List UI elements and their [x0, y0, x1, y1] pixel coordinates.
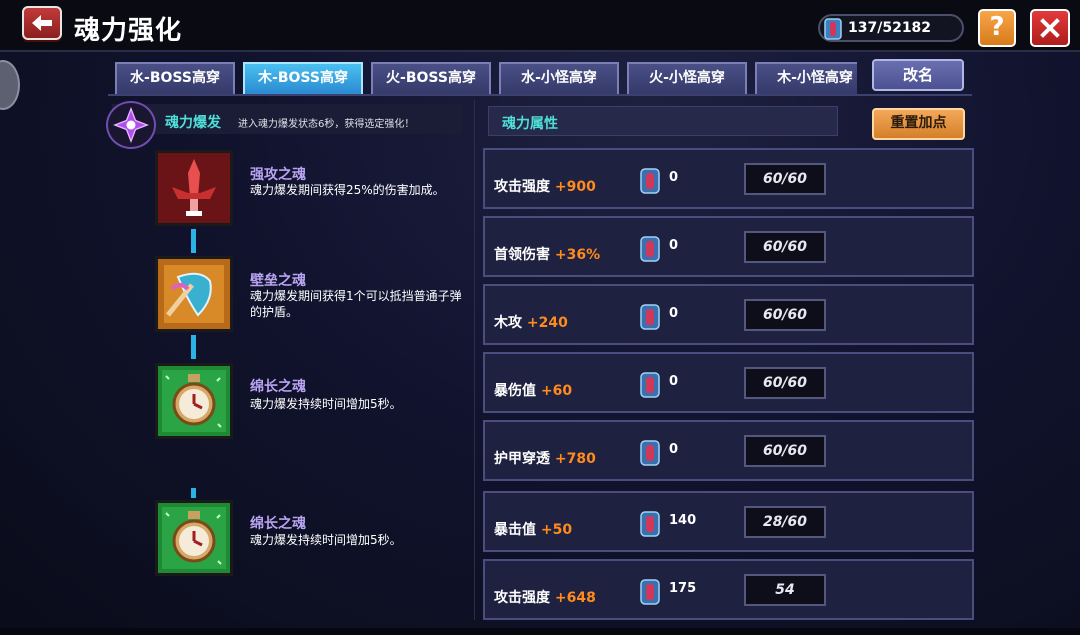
soul-gem-icon	[640, 236, 660, 262]
attribute-bonus: +780	[554, 451, 596, 467]
attribute-cost: 0	[669, 374, 679, 389]
clock-icon	[158, 503, 230, 573]
attribute-bonus: +50	[540, 522, 573, 538]
attribute-cost: 140	[669, 513, 697, 528]
attribute-level: 60/60	[744, 299, 826, 331]
attribute-row[interactable]: 攻击强度 +648 175 54	[483, 559, 974, 620]
soul-gem-icon	[640, 168, 660, 194]
attribute-bonus: +900	[554, 179, 596, 195]
attribute-cost: 0	[669, 442, 679, 457]
back-button[interactable]	[22, 6, 62, 40]
arrow-left-icon	[32, 15, 52, 31]
tab-wood-minion[interactable]: 木-小怪高穿	[755, 62, 857, 94]
clock-icon	[158, 366, 230, 436]
soul-gem-icon	[640, 579, 660, 605]
attribute-label: 护甲穿透	[494, 451, 550, 467]
tab-underline	[108, 94, 972, 96]
attribute-cost: 175	[669, 581, 697, 596]
skill-connector	[191, 335, 196, 359]
skill-description: 魂力爆发持续时间增加5秒。	[250, 397, 402, 411]
attribute-label: 攻击强度	[494, 179, 550, 195]
skill-description: 魂力爆发期间获得1个可以抵挡普通子弹的护盾。	[250, 289, 462, 319]
attribute-row[interactable]: 木攻 +240 0 60/60	[483, 284, 974, 345]
attribute-cost: 0	[669, 306, 679, 321]
skill-name: 绵长之魂	[250, 516, 306, 532]
attributes-title: 魂力属性	[502, 116, 558, 132]
attribute-level: 54	[744, 574, 826, 606]
page-title: 魂力强化	[74, 16, 183, 46]
shield-icon	[158, 259, 230, 329]
attribute-cost: 0	[669, 238, 679, 253]
attribute-row[interactable]: 暴伤值 +60 0 60/60	[483, 352, 974, 413]
soul-burst-icon	[106, 101, 156, 149]
tab-wood-boss[interactable]: 木-BOSS高穿	[243, 62, 363, 94]
attribute-name: 攻击强度 +900	[494, 176, 596, 196]
skill-name: 绵长之魂	[250, 379, 306, 395]
attribute-label: 木攻	[494, 315, 522, 331]
skill-slot-1[interactable]	[155, 150, 233, 226]
attribute-level: 60/60	[744, 231, 826, 263]
soul-currency-display: 137/52182	[818, 14, 964, 42]
attribute-bonus: +240	[526, 315, 568, 331]
attribute-name: 攻击强度 +648	[494, 587, 596, 607]
close-button[interactable]	[1030, 9, 1070, 47]
attribute-level: 28/60	[744, 506, 826, 538]
attributes-header: 魂力属性	[488, 106, 838, 136]
attribute-name: 暴伤值 +60	[494, 380, 572, 400]
skill-slot-4[interactable]	[155, 500, 233, 576]
bottom-bar	[0, 628, 1080, 635]
panel-divider	[474, 100, 475, 620]
burst-description: 进入魂力爆发状态6秒，获得选定强化！	[238, 119, 415, 130]
reset-points-button[interactable]: 重置加点	[872, 108, 965, 140]
attribute-name: 护甲穿透 +780	[494, 448, 596, 468]
skill-description: 魂力爆发期间获得25%的伤害加成。	[250, 183, 445, 197]
soul-gem-icon	[640, 440, 660, 466]
tab-water-boss[interactable]: 水-BOSS高穿	[115, 62, 235, 94]
attribute-label: 攻击强度	[494, 590, 550, 606]
attribute-bonus: +36%	[554, 247, 601, 263]
burst-title: 魂力爆发	[165, 115, 221, 131]
attribute-row[interactable]: 护甲穿透 +780 0 60/60	[483, 420, 974, 481]
attribute-name: 首领伤害 +36%	[494, 244, 600, 264]
tab-fire-minion[interactable]: 火-小怪高穿	[627, 62, 747, 94]
sword-icon	[158, 153, 230, 223]
attribute-name: 暴击值 +50	[494, 519, 572, 539]
tab-water-minion[interactable]: 水-小怪高穿	[499, 62, 619, 94]
soul-gem-icon	[824, 18, 842, 40]
skill-connector	[191, 229, 196, 253]
rename-button[interactable]: 改名	[872, 59, 964, 91]
skill-name: 壁垒之魂	[250, 273, 306, 289]
attribute-row[interactable]: 攻击强度 +900 0 60/60	[483, 148, 974, 209]
attribute-level: 60/60	[744, 435, 826, 467]
help-button[interactable]: ?	[978, 9, 1016, 47]
attribute-cost: 0	[669, 170, 679, 185]
attribute-row[interactable]: 暴击值 +50 140 28/60	[483, 491, 974, 552]
attribute-level: 60/60	[744, 163, 826, 195]
attribute-name: 木攻 +240	[494, 312, 568, 332]
skill-slot-2[interactable]	[155, 256, 233, 332]
attribute-label: 暴击值	[494, 522, 536, 538]
attribute-bonus: +648	[554, 590, 596, 606]
attribute-label: 暴伤值	[494, 383, 536, 399]
currency-value: 137/52182	[848, 20, 932, 36]
attribute-row[interactable]: 首领伤害 +36% 0 60/60	[483, 216, 974, 277]
tab-fire-boss[interactable]: 火-BOSS高穿	[371, 62, 491, 94]
header: 魂力强化 137/52182 ?	[0, 0, 1080, 52]
attribute-label: 首领伤害	[494, 247, 550, 263]
skill-name: 强攻之魂	[250, 167, 306, 183]
skill-slot-3[interactable]	[155, 363, 233, 439]
attribute-bonus: +60	[540, 383, 573, 399]
close-icon	[1040, 18, 1060, 38]
skill-description: 魂力爆发持续时间增加5秒。	[250, 533, 402, 547]
soul-gem-icon	[640, 511, 660, 537]
tab-bar: 水-BOSS高穿 木-BOSS高穿 火-BOSS高穿 水-小怪高穿 火-小怪高穿…	[115, 62, 857, 94]
soul-gem-icon	[640, 304, 660, 330]
skill-connector	[191, 488, 196, 498]
soul-gem-icon	[640, 372, 660, 398]
attribute-level: 60/60	[744, 367, 826, 399]
